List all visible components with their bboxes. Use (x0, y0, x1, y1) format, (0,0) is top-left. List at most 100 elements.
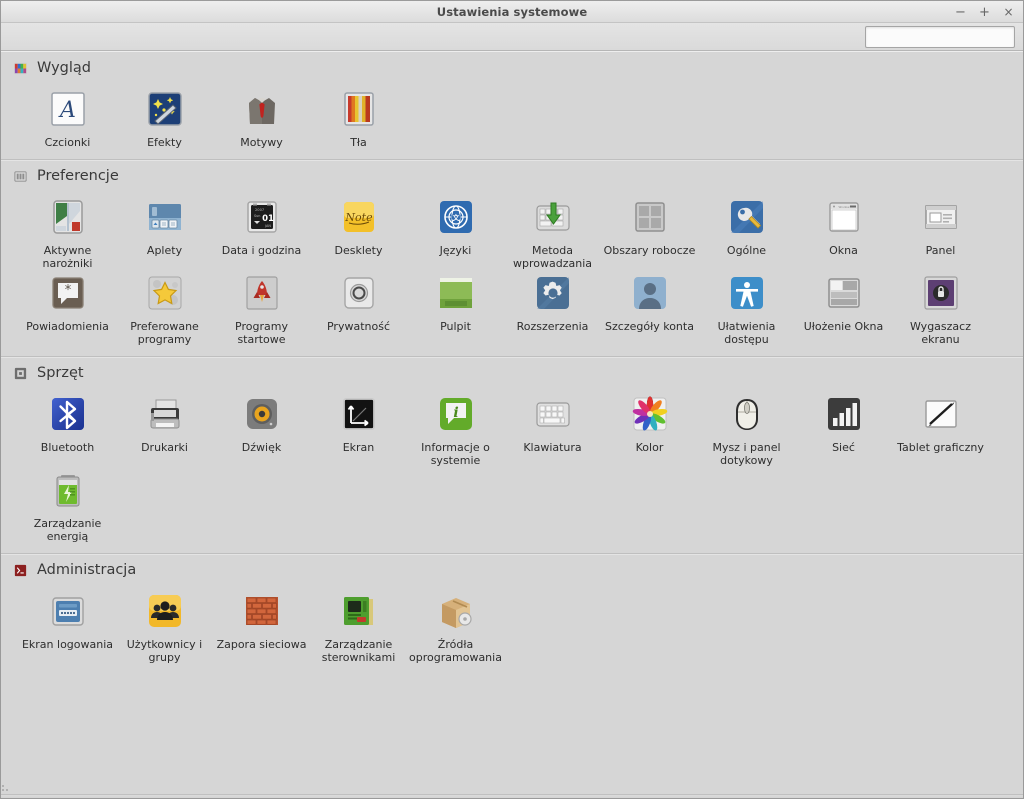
startup-apps-icon (245, 276, 278, 310)
window-tiling-icon (827, 278, 860, 308)
settings-item-system-info[interactable]: i Informacje o systemie (407, 391, 504, 467)
section-title-appearance: Wygląd (37, 60, 91, 76)
settings-content: Wygląd A Czcionki Efekty Motywy Tła Pref… (1, 51, 1023, 794)
section-preferences: Preferencje Aktywne narożniki Aplety 200… (1, 160, 1023, 356)
svg-text:2007: 2007 (255, 208, 264, 212)
grid-appearance: A Czcionki Efekty Motywy Tła (1, 82, 1023, 159)
section-title-preferences: Preferencje (37, 168, 119, 184)
settings-item-panel[interactable]: Panel (892, 194, 989, 270)
statusbar (1, 794, 1023, 798)
settings-item-label: Pulpit (440, 320, 471, 333)
settings-item-preferred-apps[interactable]: Preferowane programy (116, 270, 213, 346)
settings-item-label: Dźwięk (241, 441, 282, 454)
preferences-icon (14, 170, 27, 182)
settings-item-network[interactable]: Sieć (795, 391, 892, 467)
themes-icon (248, 98, 275, 124)
network-icon (827, 398, 860, 430)
settings-item-screensaver[interactable]: Wygaszacz ekranu (892, 270, 989, 346)
settings-item-themes[interactable]: Motywy (213, 86, 310, 149)
settings-item-label: Aktywne narożniki (42, 244, 93, 270)
preferred-apps-icon (148, 276, 181, 310)
settings-item-display[interactable]: Ekran (310, 391, 407, 467)
settings-item-notifications[interactable]: * Powiadomienia (19, 270, 116, 346)
settings-item-label: Metoda wprowadzania (513, 244, 592, 270)
settings-item-extensions[interactable]: Rozszerzenia (504, 270, 601, 346)
settings-item-firewall[interactable]: Zapora sieciowa (213, 588, 310, 664)
settings-item-input-method[interactable]: Metoda wprowadzania (504, 194, 601, 270)
settings-item-bluetooth[interactable]: Bluetooth (19, 391, 116, 467)
settings-item-label: Wygaszacz ekranu (910, 320, 971, 346)
settings-item-window-tiling[interactable]: Ułożenie Okna (795, 270, 892, 346)
settings-item-label: Aplety (146, 244, 183, 257)
settings-item-backgrounds[interactable]: Tła (310, 86, 407, 149)
settings-item-driver-manager[interactable]: Zarządzanie sterownikami (310, 588, 407, 664)
svg-text:01: 01 (262, 214, 274, 224)
hardware-icon (14, 367, 27, 379)
search-box[interactable] (865, 26, 1024, 48)
svg-text:Window: Window (838, 205, 850, 209)
settings-item-workspaces[interactable]: Obszary robocze (601, 194, 698, 270)
power-icon (56, 475, 79, 507)
svg-text:i: i (453, 405, 458, 421)
settings-item-label: Czcionki (44, 136, 91, 149)
date-time-icon: 2007 Sun 01 JAN (246, 201, 277, 233)
settings-item-label: Prywatność (326, 320, 390, 333)
minimize-button[interactable]: − (954, 6, 967, 19)
settings-item-fonts[interactable]: A Czcionki (19, 86, 116, 149)
settings-item-date-time[interactable]: 2007 Sun 01 JAN Data i godzina (213, 194, 310, 270)
settings-item-keyboard[interactable]: Klawiatura (504, 391, 601, 467)
search-input[interactable] (877, 27, 1024, 47)
settings-item-privacy[interactable]: Prywatność (310, 270, 407, 346)
close-button[interactable]: × (1002, 5, 1015, 19)
backgrounds-icon (343, 92, 374, 126)
login-window-icon (51, 597, 84, 626)
svg-text:文: 文 (452, 213, 460, 222)
desktop-icon (439, 278, 472, 308)
keyboard-icon (535, 402, 570, 427)
settings-item-software-sources[interactable]: Źródła oprogramowania (407, 588, 504, 664)
maximize-button[interactable]: + (978, 6, 991, 19)
section-header-administration: Administracja (1, 554, 1023, 584)
general-icon (730, 201, 763, 233)
settings-item-power[interactable]: Zarządzanie energią (19, 467, 116, 543)
settings-item-desktop[interactable]: Pulpit (407, 270, 504, 346)
settings-item-label: Ekran (342, 441, 375, 454)
input-method-icon (535, 202, 570, 231)
settings-item-mouse[interactable]: Mysz i panel dotykowy (698, 391, 795, 467)
printers-icon (150, 399, 179, 429)
settings-item-label: Drukarki (141, 441, 188, 454)
settings-item-startup-apps[interactable]: Programy startowe (213, 270, 310, 346)
settings-item-sound[interactable]: Dźwięk (213, 391, 310, 467)
settings-item-label: Data i godzina (221, 244, 302, 257)
svg-text:*: * (64, 283, 71, 298)
settings-item-login-window[interactable]: Ekran logowania (19, 588, 116, 664)
settings-item-label: Bluetooth (40, 441, 95, 454)
settings-item-tablet[interactable]: Tablet graficzny (892, 391, 989, 467)
settings-item-account-details[interactable]: Szczegóły konta (601, 270, 698, 346)
settings-item-windows[interactable]: Window Okna (795, 194, 892, 270)
resize-grip[interactable] (2, 780, 15, 793)
settings-item-printers[interactable]: Drukarki (116, 391, 213, 467)
settings-item-desklets[interactable]: Note Desklety (310, 194, 407, 270)
settings-item-label: Obszary robocze (603, 244, 696, 257)
settings-item-label: Użytkownicy i grupy (126, 638, 203, 664)
settings-item-label: Preferowane programy (130, 320, 199, 346)
settings-item-color[interactable]: Kolor (601, 391, 698, 467)
settings-item-accessibility[interactable]: Ułatwienia dostępu (698, 270, 795, 346)
notifications-icon: * (51, 277, 84, 309)
settings-item-effects[interactable]: Efekty (116, 86, 213, 149)
system-info-icon: i (439, 398, 472, 430)
window-title: Ustawienia systemowe (436, 5, 588, 19)
svg-text:Sun: Sun (254, 214, 260, 218)
settings-item-general[interactable]: Ogólne (698, 194, 795, 270)
settings-item-label: Panel (925, 244, 956, 257)
settings-item-languages[interactable]: 文 Języki (407, 194, 504, 270)
settings-item-applets[interactable]: Aplety (116, 194, 213, 270)
settings-item-label: Tablet graficzny (897, 441, 984, 454)
languages-icon: 文 (439, 201, 472, 233)
settings-item-label: Źródła oprogramowania (409, 638, 502, 664)
settings-item-label: Szczegóły konta (605, 320, 694, 333)
settings-item-users-groups[interactable]: Użytkownicy i grupy (116, 588, 213, 664)
settings-item-hot-corners[interactable]: Aktywne narożniki (19, 194, 116, 270)
settings-item-label: Zapora sieciowa (216, 638, 307, 651)
